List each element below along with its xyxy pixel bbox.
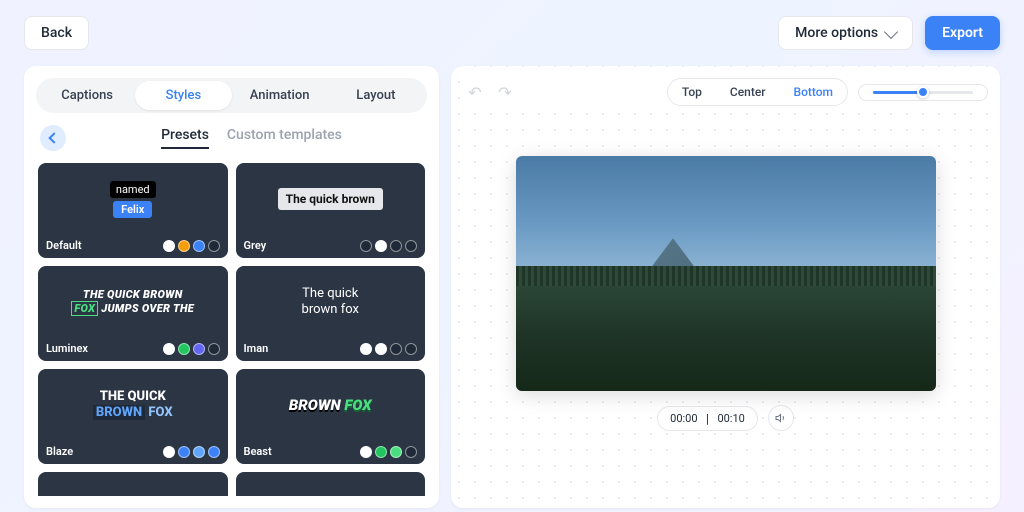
more-options-button[interactable]: More options bbox=[778, 16, 913, 50]
tab-animation[interactable]: Animation bbox=[232, 81, 328, 110]
tab-captions[interactable]: Captions bbox=[39, 81, 135, 110]
volume-icon bbox=[775, 412, 787, 424]
alignment-selector: Top Center Bottom bbox=[667, 78, 848, 106]
preset-8[interactable]: THE QUICK BROWN bbox=[236, 472, 426, 496]
video-preview[interactable] bbox=[516, 156, 936, 391]
more-options-label: More options bbox=[795, 25, 878, 41]
preset-grey[interactable]: The quick brown Grey bbox=[236, 163, 426, 258]
time-display: 00:00 | 00:10 bbox=[657, 406, 758, 431]
preset-7[interactable]: THE QUICK BROWN FOX bbox=[38, 472, 228, 496]
preset-luminex[interactable]: THE QUICK BROWN FOX JUMPS OVER THE Lumin… bbox=[38, 266, 228, 361]
slider-thumb[interactable] bbox=[917, 86, 929, 98]
topbar: Back More options Export bbox=[0, 0, 1024, 66]
size-slider[interactable] bbox=[858, 84, 988, 101]
tab-styles[interactable]: Styles bbox=[135, 81, 231, 110]
undo-button[interactable]: ↶ bbox=[463, 80, 487, 104]
align-center[interactable]: Center bbox=[716, 79, 780, 105]
panel-back-button[interactable] bbox=[40, 125, 66, 151]
presets-grid: named Felix Default The quick brown Grey bbox=[36, 161, 427, 496]
back-button[interactable]: Back bbox=[24, 16, 89, 50]
preset-iman[interactable]: The quickbrown fox Iman bbox=[236, 266, 426, 361]
align-top[interactable]: Top bbox=[668, 79, 716, 105]
tab-layout[interactable]: Layout bbox=[328, 81, 424, 110]
redo-button[interactable]: ↷ bbox=[493, 80, 517, 104]
preview-panel: ↶ ↷ Top Center Bottom bbox=[451, 66, 1000, 508]
chevron-down-icon bbox=[884, 24, 898, 38]
main-tabs: Captions Styles Animation Layout bbox=[36, 78, 427, 113]
preset-blaze[interactable]: THE QUICK BROWN FOX Blaze bbox=[38, 369, 228, 464]
preset-default[interactable]: named Felix Default bbox=[38, 163, 228, 258]
subtab-custom-templates[interactable]: Custom templates bbox=[227, 127, 342, 149]
subtab-presets[interactable]: Presets bbox=[161, 127, 209, 149]
preset-beast[interactable]: BROWN FOX Beast bbox=[236, 369, 426, 464]
volume-button[interactable] bbox=[768, 405, 794, 431]
export-button[interactable]: Export bbox=[925, 16, 1000, 50]
styles-panel: Captions Styles Animation Layout Presets… bbox=[24, 66, 439, 508]
arrow-left-icon bbox=[48, 132, 59, 143]
align-bottom[interactable]: Bottom bbox=[780, 79, 848, 105]
